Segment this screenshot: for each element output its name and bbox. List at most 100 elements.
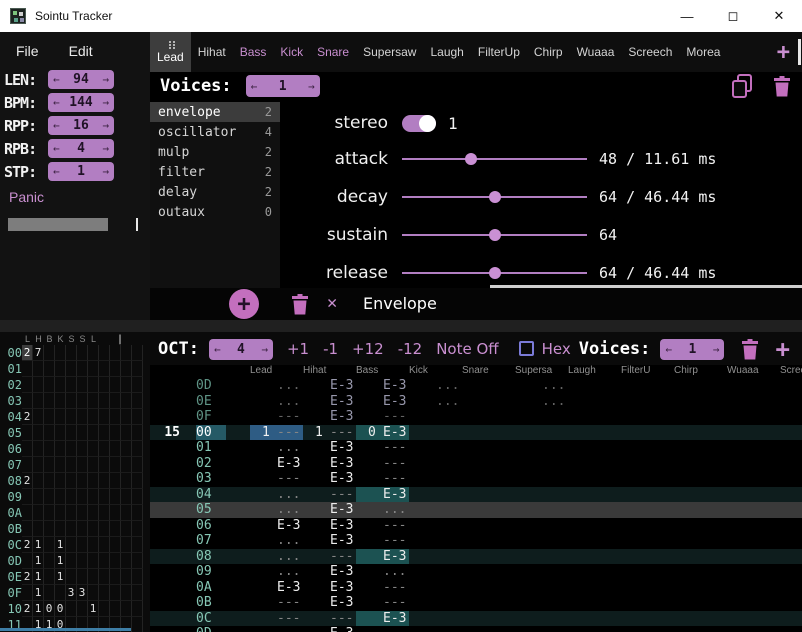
- decrement-icon[interactable]: ←: [53, 97, 60, 108]
- order-cell[interactable]: [33, 457, 44, 473]
- pattern-cell[interactable]: [621, 394, 674, 410]
- order-cell[interactable]: [55, 425, 66, 441]
- increment-icon[interactable]: →: [308, 81, 315, 92]
- pattern-cell[interactable]: [515, 440, 568, 456]
- pattern-cell[interactable]: ---: [250, 611, 303, 627]
- pattern-cell[interactable]: [674, 611, 727, 627]
- pattern-cell[interactable]: [515, 611, 568, 627]
- pattern-cell[interactable]: [409, 549, 462, 565]
- order-cell[interactable]: [44, 457, 55, 473]
- pattern-cell[interactable]: [780, 549, 802, 565]
- pattern-cell[interactable]: [409, 409, 462, 425]
- pattern-cell[interactable]: [568, 580, 621, 596]
- order-cell[interactable]: [77, 521, 88, 537]
- order-cell[interactable]: [55, 521, 66, 537]
- pattern-cell[interactable]: [621, 378, 674, 394]
- pattern-cell[interactable]: [409, 626, 462, 632]
- pattern-cell[interactable]: [780, 378, 802, 394]
- order-cell[interactable]: 1: [33, 553, 44, 569]
- order-cell[interactable]: [66, 569, 77, 585]
- increment-icon[interactable]: →: [102, 97, 109, 108]
- order-cell[interactable]: [66, 377, 77, 393]
- order-cell[interactable]: 1: [33, 537, 44, 553]
- order-cell[interactable]: [121, 553, 132, 569]
- order-cell[interactable]: [132, 457, 143, 473]
- order-cell[interactable]: [99, 441, 110, 457]
- pattern-cell[interactable]: ---: [250, 595, 303, 611]
- order-cell[interactable]: 1: [33, 585, 44, 601]
- order-cell[interactable]: [33, 441, 44, 457]
- stereo-toggle[interactable]: [402, 115, 436, 132]
- order-cell[interactable]: [66, 553, 77, 569]
- pattern-cell[interactable]: [462, 378, 515, 394]
- order-cell[interactable]: [110, 505, 121, 521]
- pattern-cell[interactable]: [568, 518, 621, 534]
- order-cell[interactable]: [44, 473, 55, 489]
- order-cell[interactable]: [66, 521, 77, 537]
- order-cell[interactable]: 3: [77, 585, 88, 601]
- order-cell[interactable]: 1: [55, 569, 66, 585]
- increment-icon[interactable]: →: [713, 344, 720, 355]
- tab-bass[interactable]: Bass: [233, 32, 274, 72]
- pattern-cell[interactable]: [727, 611, 780, 627]
- order-cell[interactable]: 1: [33, 569, 44, 585]
- pattern-cell[interactable]: [674, 549, 727, 565]
- track-header-supersa[interactable]: Supersa: [515, 365, 552, 376]
- order-cell[interactable]: 0: [44, 601, 55, 617]
- order-cell[interactable]: [66, 489, 77, 505]
- order-cell[interactable]: [99, 521, 110, 537]
- pattern-cell[interactable]: [462, 456, 515, 472]
- delete-track-icon[interactable]: [740, 338, 760, 360]
- pattern-cell[interactable]: ---: [356, 409, 409, 425]
- order-cell[interactable]: [121, 489, 132, 505]
- order-cell[interactable]: [132, 585, 143, 601]
- increment-icon[interactable]: →: [261, 344, 268, 355]
- pattern-cell[interactable]: [515, 487, 568, 503]
- pattern-cell[interactable]: E-3: [303, 626, 356, 632]
- pattern-cell[interactable]: ---: [250, 471, 303, 487]
- pattern-cell[interactable]: [780, 518, 802, 534]
- pattern-cell[interactable]: [409, 471, 462, 487]
- pattern-cell[interactable]: [409, 595, 462, 611]
- order-scrollbar[interactable]: [0, 628, 131, 631]
- order-cell[interactable]: [110, 409, 121, 425]
- pattern-cell[interactable]: ---: [356, 533, 409, 549]
- order-cell[interactable]: [44, 585, 55, 601]
- pattern-cell[interactable]: [515, 456, 568, 472]
- pattern-cell[interactable]: [515, 502, 568, 518]
- pattern-cell[interactable]: [727, 502, 780, 518]
- release-slider[interactable]: [402, 263, 587, 283]
- unit-item-outaux[interactable]: outaux0: [150, 202, 280, 222]
- order-cell[interactable]: [132, 521, 143, 537]
- order-cell[interactable]: [22, 505, 33, 521]
- order-cell[interactable]: [110, 377, 121, 393]
- pattern-cell[interactable]: [568, 409, 621, 425]
- decrement-icon[interactable]: ←: [53, 74, 60, 85]
- pattern-cell[interactable]: [621, 518, 674, 534]
- pattern-cell[interactable]: E-3: [250, 518, 303, 534]
- pattern-cell[interactable]: [515, 564, 568, 580]
- pattern-cell[interactable]: E-3: [303, 580, 356, 596]
- unit-item-oscillator[interactable]: oscillator4: [150, 122, 280, 142]
- bpm-stepper[interactable]: ←144→: [48, 93, 114, 112]
- order-cell[interactable]: [132, 409, 143, 425]
- pattern-cell[interactable]: [674, 564, 727, 580]
- pattern-cell[interactable]: ---: [250, 409, 303, 425]
- order-cell[interactable]: 2: [22, 601, 33, 617]
- unit-item-mulp[interactable]: mulp2: [150, 142, 280, 162]
- pattern-cell[interactable]: [621, 595, 674, 611]
- pattern-cell[interactable]: ---: [303, 611, 356, 627]
- pattern-cell[interactable]: [515, 409, 568, 425]
- order-cell[interactable]: [88, 585, 99, 601]
- pattern-cell[interactable]: [727, 425, 780, 441]
- pattern-cell[interactable]: ---: [356, 580, 409, 596]
- pattern-cell[interactable]: [780, 394, 802, 410]
- pattern-cell[interactable]: ...: [515, 394, 568, 410]
- increment-icon[interactable]: →: [102, 166, 109, 177]
- pattern-cell[interactable]: [674, 595, 727, 611]
- pattern-cell[interactable]: [515, 626, 568, 632]
- pattern-cell[interactable]: [674, 533, 727, 549]
- order-cell[interactable]: [77, 601, 88, 617]
- order-cell[interactable]: [121, 393, 132, 409]
- track-header-chirp[interactable]: Chirp: [674, 365, 698, 376]
